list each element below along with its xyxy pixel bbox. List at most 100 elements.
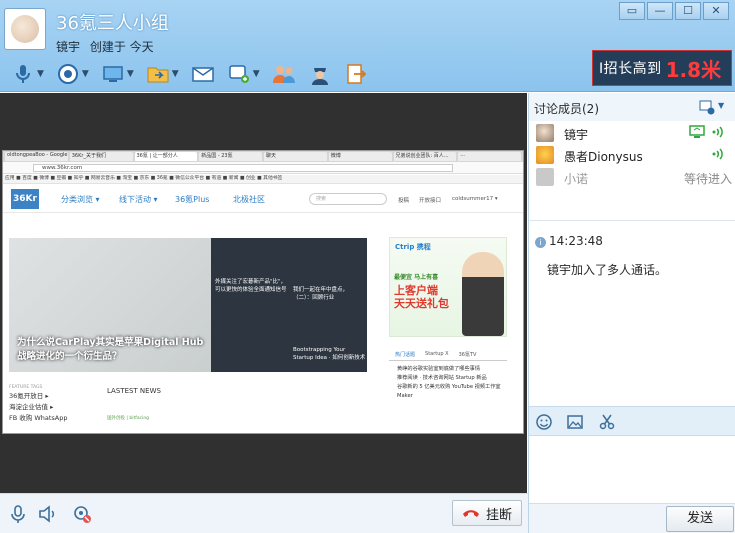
browser-tab: 聊天 — [264, 152, 327, 161]
message-time: i 14:23:48 — [535, 234, 603, 248]
chat-toolbar — [529, 406, 735, 436]
police-icon — [311, 67, 328, 85]
maximize-button[interactable]: ☐ — [675, 2, 701, 20]
site-nav-right: 投稿 — [398, 198, 410, 204]
screen-share-button[interactable]: ▼ — [98, 61, 137, 87]
member-row[interactable]: 小诺 等待进入 — [529, 166, 735, 188]
browser-tabs: oldtongpeaBoo - Google 36Kr_关于我们 36氪 | 让… — [3, 151, 523, 162]
site-nav-item: 分类浏览 ▾ — [61, 195, 100, 204]
side-tab: 36氪TV — [458, 352, 477, 358]
exit-group-button[interactable] — [341, 61, 371, 87]
apps-button[interactable]: ▼ — [224, 61, 263, 87]
camera-icon — [57, 63, 78, 84]
hangup-button[interactable]: 挂断 — [452, 500, 522, 526]
side-tab: Startup X — [425, 351, 449, 357]
group-name: 36氪三人小组 — [56, 13, 169, 34]
news-line: 国外创投 | bitfacing — [107, 416, 150, 421]
hero-image: 为什么说CarPlay其实是苹果Digital Hub 战略进化的一个衍生品？ … — [9, 238, 367, 372]
hero-caption: 为什么说CarPlay其实是苹果Digital Hub 战略进化的一个衍生品？ — [17, 337, 204, 362]
screen-share-icon — [103, 65, 123, 82]
speaking-icon — [712, 148, 723, 160]
ad-headline: 上客户端 天天送礼包 — [394, 284, 449, 310]
members-title: 讨论成员(2) — [534, 102, 599, 116]
speaker-icon[interactable] — [37, 504, 57, 524]
browser-tab: 36Kr_关于我们 — [69, 152, 133, 161]
scissors-icon[interactable] — [598, 413, 616, 431]
site-nav: 36Kr 分类浏览 ▾ 线下活动 ▾ 36氪Plus 北极社区 搜索 投稿 开放… — [3, 185, 523, 213]
avatar — [536, 168, 554, 186]
chevron-down-icon[interactable]: ▼ — [127, 69, 134, 79]
phone-hangup-icon — [462, 510, 479, 517]
featured-item: FB 收购 WhatsApp — [9, 414, 68, 422]
toolbar: ▼ ▼ ▼ ▼ ▼ — [0, 57, 580, 90]
side-list-item: 谷歌新的 5 亿美元收购 YouTube 视频工作室 Maker — [397, 384, 501, 399]
folder-icon — [147, 67, 169, 82]
browser-url-bar: www.36kr.com — [3, 162, 523, 174]
image-icon[interactable] — [566, 413, 584, 431]
members-icon — [272, 65, 295, 83]
site-search: 搜索 — [309, 193, 387, 205]
skin-button[interactable]: ▭ — [619, 2, 645, 20]
mail-icon — [191, 66, 214, 82]
members-button[interactable] — [269, 61, 299, 87]
send-button[interactable]: 发送 — [666, 506, 734, 532]
member-name: 愚者Dionysus — [564, 150, 643, 164]
avatar — [536, 146, 554, 164]
browser-tab: 兄弟说创业团队: 百人... — [393, 152, 457, 161]
hangup-label: 挂断 — [485, 507, 512, 523]
site-nav-item: 36氪Plus — [175, 195, 210, 204]
chevron-down-icon[interactable]: ▼ — [172, 69, 179, 79]
promo-highlight: 1.8米 — [665, 57, 722, 82]
mail-button[interactable] — [188, 61, 218, 87]
group-avatar[interactable] — [4, 8, 46, 50]
member-status: 等待进入 — [683, 172, 732, 186]
browser-tab: 36氪 | 让一部分人 — [134, 152, 198, 161]
creator-name[interactable]: 镜宇 — [56, 40, 80, 54]
side-list: 黄峥的谷歌实验室到底做了哪些事情 推荐阅读 · 技术咨询网站 Startup 新… — [397, 365, 511, 401]
info-icon: i — [535, 237, 546, 248]
ad-line: 最便宜 马上有喜 — [394, 274, 439, 281]
promo-banner[interactable]: I招长高到 1.8米 — [592, 50, 732, 86]
chevron-down-icon[interactable]: ▼ — [82, 69, 89, 79]
side-list-item: 推荐阅读 · 技术咨询网站 Startup 新品 — [397, 375, 487, 381]
minimize-button[interactable]: — — [647, 2, 673, 20]
member-row[interactable]: 愚者Dionysus — [529, 144, 735, 166]
bookmarks-bar: 应用 ■ 百度 ■ 微博 ■ 豆瓣 ■ 知乎 ■ 网易云音乐 ■ 淘宝 ■ 京东… — [3, 175, 523, 184]
file-transfer-button[interactable]: ▼ — [143, 61, 182, 87]
camera-off-icon[interactable] — [72, 504, 92, 524]
hero-side-caption: 外媒关注了宏碁新产品"比"， 可以更快的体验全面通知信号 — [215, 279, 287, 293]
site-nav-right: coldsummer17 ▾ — [452, 196, 498, 202]
microphone-icon — [16, 64, 30, 83]
shared-screen[interactable]: oldtongpeaBoo - Google 36Kr_关于我们 36氪 | 让… — [2, 150, 524, 434]
created-date: 创建于 今天 — [89, 40, 154, 54]
microphone-button[interactable]: ▼ — [8, 61, 47, 87]
member-settings-icon[interactable] — [699, 99, 715, 115]
camera-button[interactable]: ▼ — [53, 61, 92, 87]
url-text: www.36kr.com — [33, 164, 453, 172]
ad-person-image — [462, 252, 504, 336]
app-icon — [228, 64, 249, 83]
site-nav-item: 北极社区 — [233, 195, 265, 204]
member-row[interactable]: 镜宇 — [529, 122, 735, 144]
avatar — [536, 124, 554, 142]
divider — [529, 220, 735, 221]
featured-item: 36氪开放日 ▸ — [9, 392, 49, 400]
admin-button[interactable] — [305, 61, 335, 87]
microphone-icon[interactable] — [8, 504, 28, 524]
latest-news-title: LASTEST NEWS — [107, 387, 161, 395]
hero-side-caption: Bootstrapping Your Startup Idea · 如何创新技术 — [293, 347, 366, 361]
side-list-item: 黄峥的谷歌实验室到底做了哪些事情 — [397, 366, 481, 372]
call-controls-bar — [0, 493, 528, 533]
close-button[interactable]: ✕ — [703, 2, 729, 20]
site-nav-right: 开放接口 — [419, 198, 442, 204]
member-name: 镜宇 — [564, 128, 589, 142]
chevron-down-icon[interactable]: ▼ — [253, 69, 260, 79]
featured-tags: FEATURE TAGS 36氪开放日 ▸ 海淀企业估值 ▸ FB 收购 Wha… — [9, 385, 99, 424]
site-nav-item: 线下活动 ▾ — [119, 195, 158, 204]
emoji-icon[interactable] — [535, 413, 553, 431]
chevron-down-icon[interactable]: ▼ — [37, 69, 44, 79]
chevron-down-icon[interactable]: ▼ — [718, 101, 724, 110]
speaking-icon — [712, 126, 723, 138]
time-text: 14:23:48 — [549, 234, 603, 248]
system-message: 镜宇加入了多人通话。 — [547, 263, 668, 277]
